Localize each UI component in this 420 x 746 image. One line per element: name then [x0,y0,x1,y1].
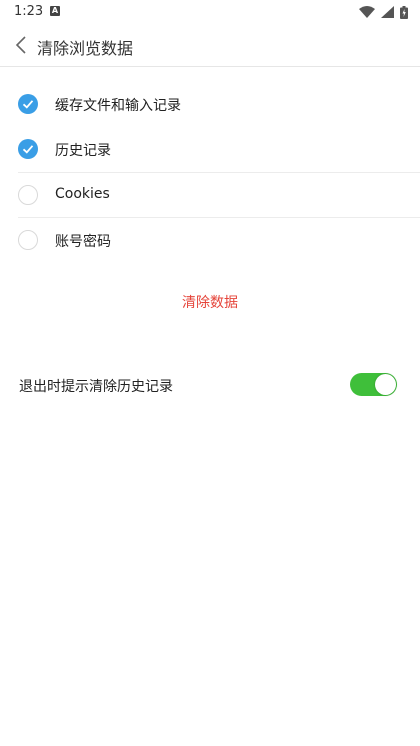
notification-icon: A [50,6,60,16]
checkbox-unchecked-icon[interactable] [18,230,38,250]
exit-prompt-row: 退出时提示清除历史记录 [0,366,420,406]
page-title: 清除浏览数据 [37,39,134,58]
option-cookies[interactable]: Cookies [0,173,420,218]
checkbox-unchecked-icon[interactable] [18,185,38,205]
option-history[interactable]: 历史记录 [0,127,420,172]
status-bar: 1:23 A [0,0,420,24]
exit-prompt-toggle[interactable] [350,373,397,396]
option-label: 账号密码 [55,234,111,250]
option-passwords[interactable]: 账号密码 [0,218,420,263]
status-icons [359,5,408,19]
back-arrow-icon [15,36,26,54]
notification-letter: A [51,6,59,15]
toggle-knob [375,374,396,395]
back-button[interactable] [8,32,34,58]
exit-prompt-label: 退出时提示清除历史记录 [19,379,173,395]
battery-icon [400,5,408,19]
status-time: 1:23 [14,4,44,19]
wifi-icon [359,6,375,18]
option-label: 历史记录 [55,143,111,159]
option-cache[interactable]: 缓存文件和输入记录 [0,82,420,127]
option-label: Cookies [55,186,110,202]
checkbox-checked-icon[interactable] [18,94,38,114]
header: 清除浏览数据 [0,24,420,67]
signal-icon [381,6,394,18]
option-label: 缓存文件和输入记录 [55,98,181,114]
checkbox-checked-icon[interactable] [18,139,38,159]
clear-data-button[interactable]: 清除数据 [0,288,420,318]
